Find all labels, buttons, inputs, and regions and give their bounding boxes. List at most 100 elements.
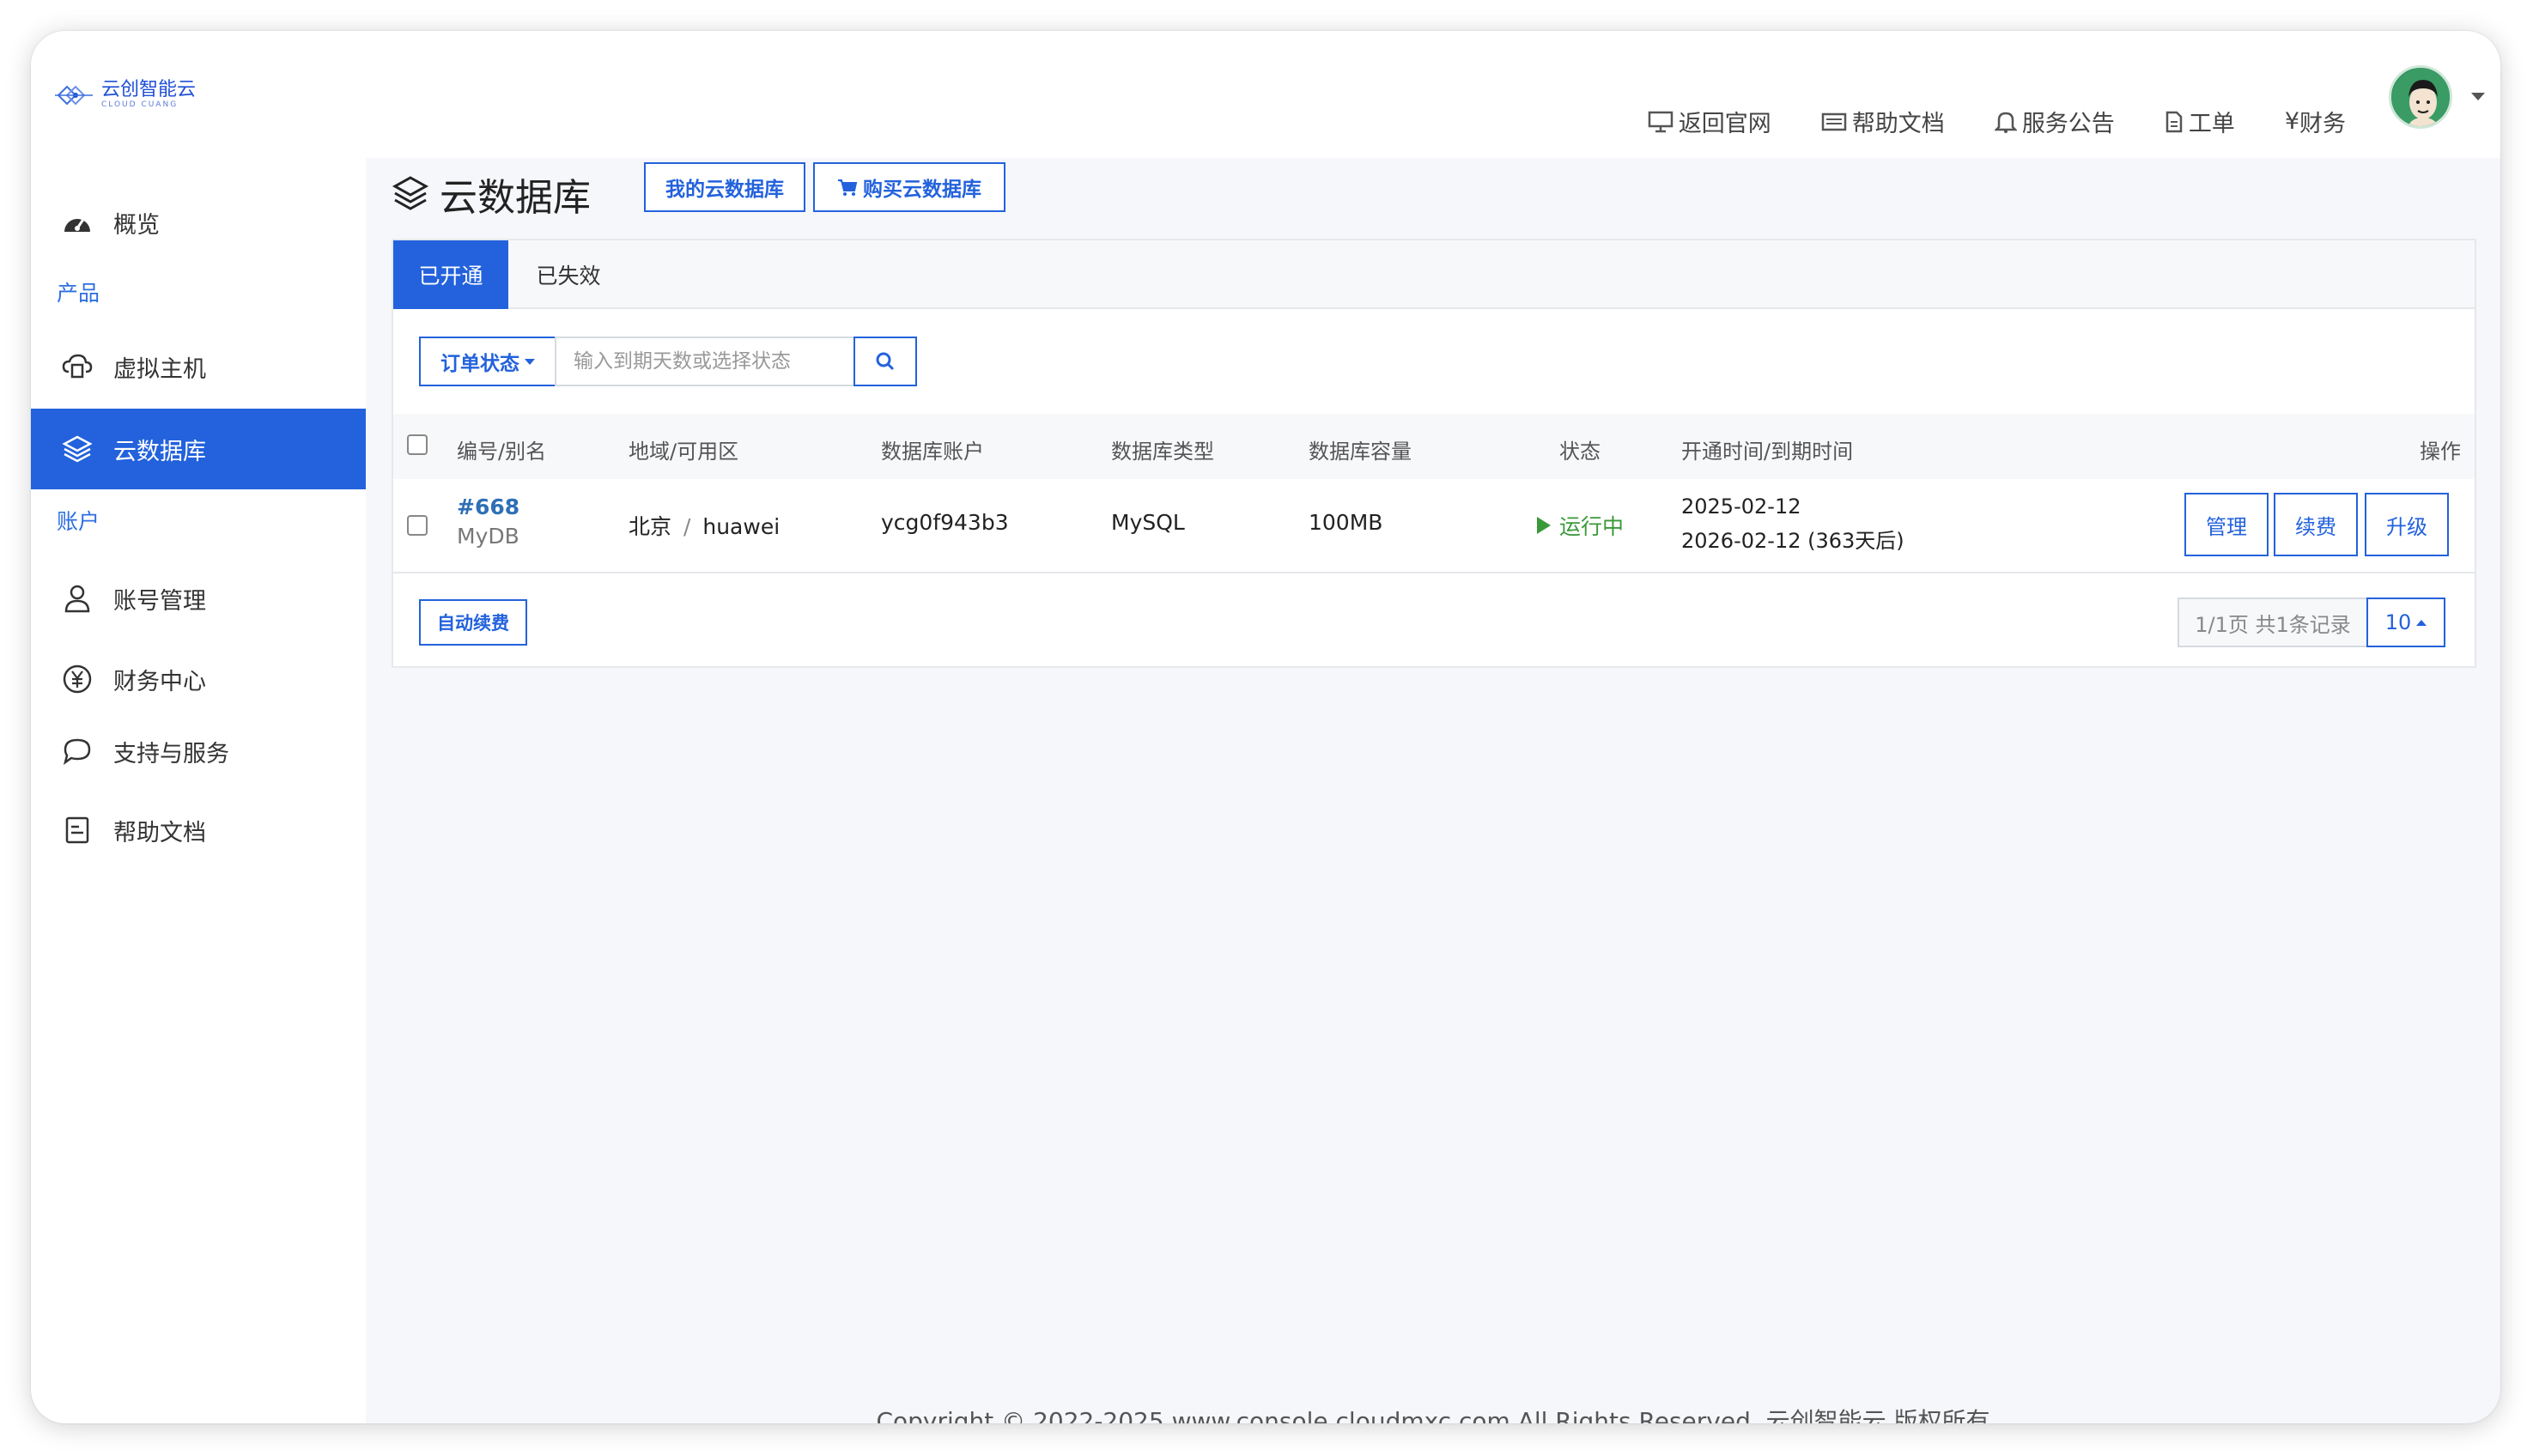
page-title: 云数据库 [392,167,591,221]
user-face-icon [2391,68,2450,126]
db-region: 北京 / huawei [629,510,780,541]
sidebar-item-clouddb-label: 云数据库 [113,438,206,465]
db-account: ycg0f943b3 [881,510,1009,535]
db-id-link[interactable]: #668 [457,494,519,519]
brand-subtitle: CLOUD CUANG [101,100,179,109]
db-alias: MyDB [457,524,519,549]
table-row: #668 MyDB 北京 / huawei ycg0f943b3 MySQL 1… [393,479,2475,573]
layers-icon [62,435,93,463]
nav-official-site-label: 返回官网 [1678,111,1771,137]
footer-copyright: Copyright © 2022-2025 www.console.cloudm… [876,1407,1990,1423]
server-icon [62,354,93,379]
th-region: 地域/可用区 [629,440,739,464]
select-all-checkbox[interactable] [407,434,428,455]
sidebar-item-overview-label: 概览 [113,211,160,239]
tab-expired[interactable]: 已失效 [508,240,629,309]
sidebar-item-clouddb[interactable]: 云数据库 [31,409,366,489]
ticket-icon [2166,111,2183,132]
open-time: 2025-02-12 [1681,494,1801,519]
my-clouddb-button[interactable]: 我的云数据库 [644,162,805,212]
user-icon [64,585,90,613]
tab-active[interactable]: 已开通 [393,240,508,309]
table-header: 编号/别名 地域/可用区 数据库账户 数据库类型 数据库容量 状态 开通时间/到… [393,414,2475,479]
avatar-dropdown-caret-icon[interactable] [2471,93,2485,100]
search-button[interactable] [853,337,917,386]
search-icon [876,352,895,371]
sidebar-section-account: 账户 [57,509,100,534]
app-window: 云创智能云 CLOUD CUANG 返回官网 帮助文档 服务公告 工单 ¥ 财务… [31,31,2500,1423]
sidebar-section-products: 产品 [57,281,100,306]
brand-name: 云创智能云 [101,79,197,100]
sidebar-item-support-label: 支持与服务 [113,740,229,767]
db-region-zone: huawei [702,514,781,539]
nav-announcements-label: 服务公告 [2021,111,2115,137]
th-actions: 操作 [2420,440,2461,464]
nav-help-docs[interactable]: 帮助文档 [1821,105,1945,138]
sidebar-item-account-mgmt[interactable]: 账号管理 [31,558,366,639]
nav-tickets[interactable]: 工单 [2165,105,2235,138]
top-nav: 返回官网 帮助文档 服务公告 工单 ¥ 财务 [1648,105,2346,138]
nav-finance-label: 财务 [2299,111,2346,137]
page-title-text: 云数据库 [440,176,591,220]
sidebar-item-help-label: 帮助文档 [113,819,206,846]
page-size-select[interactable]: 10 [2366,598,2445,647]
db-region-separator: / [683,514,691,539]
yen-icon: ¥ [2284,108,2299,135]
bell-icon [1994,112,2017,133]
th-id: 编号/别名 [457,440,547,464]
nav-finance[interactable]: ¥ 财务 [2285,105,2346,138]
th-status: 状态 [1559,440,1601,464]
sidebar: 概览 产品 虚拟主机 云数据库 账户 账号管理 财务中心 支持与服务 帮助文档 [31,158,366,1423]
th-type: 数据库类型 [1111,440,1214,464]
row-checkbox[interactable] [407,515,428,536]
buy-clouddb-button[interactable]: 购买云数据库 [813,162,1005,212]
db-type: MySQL [1111,510,1185,535]
chevron-down-icon [525,358,535,365]
top-bar: 云创智能云 CLOUD CUANG 返回官网 帮助文档 服务公告 工单 ¥ 财务 [31,31,2500,158]
brand-logo[interactable]: 云创智能云 CLOUD CUANG [55,81,196,109]
nav-help-docs-label: 帮助文档 [1851,111,1945,137]
dashboard-icon [64,217,90,232]
buy-clouddb-label: 购买云数据库 [863,179,981,201]
sidebar-item-vhost[interactable]: 虚拟主机 [31,326,366,407]
sidebar-item-finance[interactable]: 财务中心 [31,639,366,719]
order-status-dropdown[interactable]: 订单状态 [419,337,556,386]
layers-icon [392,176,429,210]
sidebar-item-vhost-label: 虚拟主机 [113,355,206,383]
db-region-city: 北京 [629,514,672,539]
sidebar-item-account-mgmt-label: 账号管理 [113,587,206,615]
pagination-info: 1/1页 共1条记录 [2178,598,2368,647]
nav-announcements[interactable]: 服务公告 [1994,105,2115,138]
nav-tickets-label: 工单 [2188,111,2235,137]
manage-button[interactable]: 管理 [2184,493,2269,556]
monitor-icon [1648,111,1673,132]
order-status-label: 订单状态 [440,353,519,375]
status-badge: 运行中 [1537,510,1624,541]
sidebar-item-finance-label: 财务中心 [113,668,206,695]
sidebar-item-support[interactable]: 支持与服务 [31,711,366,792]
chat-bubble-icon [63,738,91,765]
chevron-up-icon [2416,619,2427,626]
sidebar-item-help[interactable]: 帮助文档 [31,790,366,871]
db-panel: 已开通 已失效 订单状态 编号/别名 地域/可用区 数据库账户 数据库类型 数据… [392,239,2476,668]
status-tabs: 已开通 已失效 [393,240,2475,309]
avatar[interactable] [2389,65,2452,129]
db-capacity: 100MB [1309,510,1383,535]
page-size-value: 10 [2384,610,2412,634]
main-content: 云数据库 我的云数据库 购买云数据库 已开通 已失效 订单状态 编号/别名 [366,158,2500,1423]
search-input[interactable] [555,337,855,386]
document-icon [1821,112,1847,130]
play-icon [1537,517,1551,534]
nav-official-site[interactable]: 返回官网 [1648,105,1771,138]
yen-circle-icon [63,664,92,694]
upgrade-button[interactable]: 升级 [2365,493,2449,556]
th-account: 数据库账户 [881,440,984,464]
sidebar-item-overview[interactable]: 概览 [31,182,366,263]
expire-time: 2026-02-12 (363天后) [1681,529,1904,553]
help-doc-icon [65,816,89,844]
status-text: 运行中 [1559,514,1625,539]
th-capacity: 数据库容量 [1309,440,1412,464]
renew-button[interactable]: 续费 [2274,493,2358,556]
cart-icon [838,179,858,196]
auto-renew-button[interactable]: 自动续费 [419,599,527,646]
